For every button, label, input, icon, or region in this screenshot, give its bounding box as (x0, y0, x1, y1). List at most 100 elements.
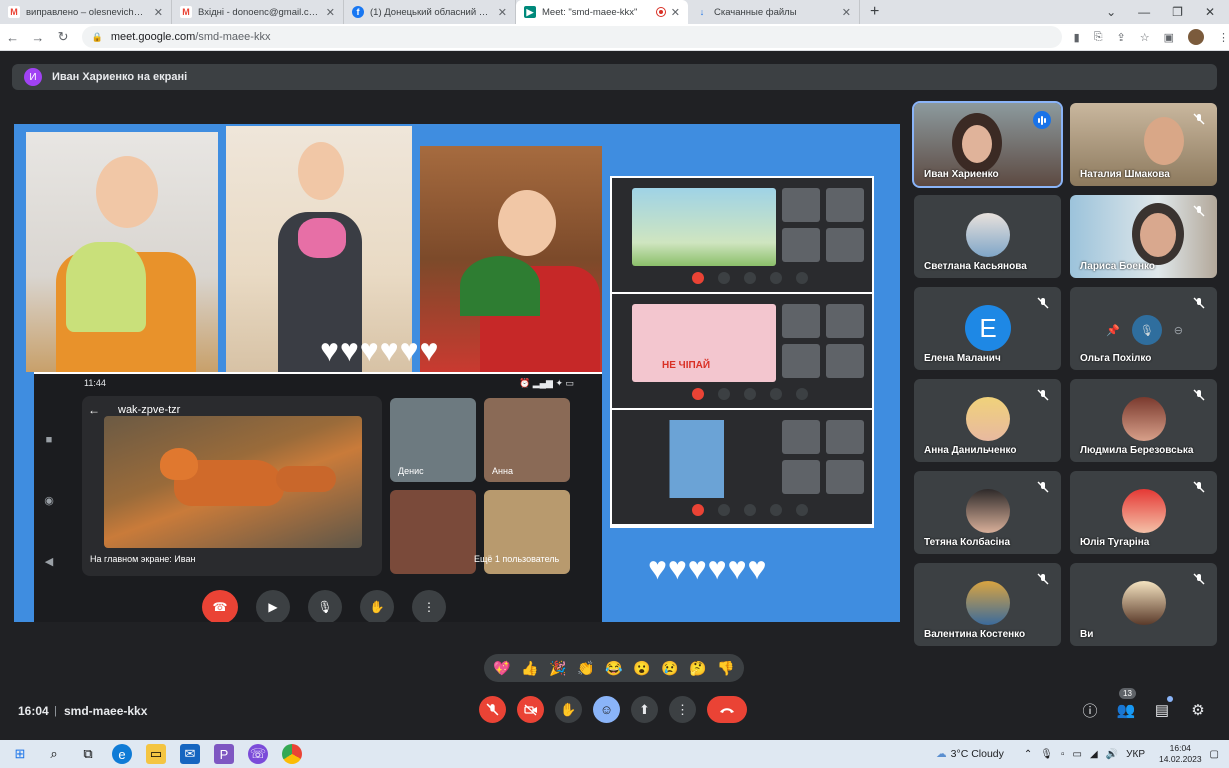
participant-tile[interactable]: Иван Хариенко (912, 101, 1063, 188)
meeting-details-button[interactable]: ⓘ (1081, 698, 1099, 722)
new-tab-button[interactable]: + (860, 0, 889, 24)
participant-tile[interactable]: Е Елена Маланич (914, 287, 1061, 370)
language-indicator[interactable]: УКР (1126, 749, 1145, 760)
notifications-icon[interactable]: ▢ (1210, 749, 1219, 760)
more-options-button[interactable]: ⋮ (669, 696, 696, 723)
profile-avatar[interactable] (1188, 29, 1204, 45)
edge-icon[interactable]: e (112, 744, 132, 764)
mic-tray-icon[interactable]: 🎙 (1040, 749, 1053, 760)
close-icon[interactable]: ✕ (154, 6, 163, 19)
reaction-surprised-button[interactable]: 😮 (633, 660, 650, 677)
participant-tile[interactable]: Ви (1070, 563, 1217, 646)
taskbar-clock[interactable]: 16:04 14.02.2023 (1159, 743, 1202, 765)
activities-button[interactable]: ⚙ (1189, 698, 1207, 722)
participant-tile[interactable]: Светлана Касьянова (914, 195, 1061, 278)
share-icon[interactable]: ⇪ (1117, 31, 1126, 44)
menu-kebab-icon[interactable]: ⋮ (1218, 31, 1229, 44)
remove-icon[interactable]: ⊖ (1174, 324, 1183, 337)
window-controls: ⌄ — ❐ ✕ (1106, 0, 1229, 24)
reaction-thumbs-down-button[interactable]: 👎 (717, 660, 734, 677)
webcam-tray-icon[interactable]: ▫ (1061, 749, 1065, 760)
chrome-icon[interactable] (282, 744, 302, 764)
mini-tile (826, 228, 864, 262)
pin-icon[interactable]: 📌 (1106, 324, 1120, 337)
browser-tab[interactable]: M виправлено – olesnevich88a@gm ✕ (0, 0, 172, 24)
leave-call-button[interactable] (707, 696, 747, 723)
participant-tile[interactable]: Лариса Боенко (1070, 195, 1217, 278)
participant-tile[interactable]: Тетяна Колбасіна (914, 471, 1061, 554)
tab-title: Скачанные файлы (714, 6, 797, 18)
kid-head (96, 156, 158, 228)
volume-icon[interactable]: 🔊 (1106, 749, 1118, 760)
browser-tab[interactable]: ↓ Скачанные файлы ✕ (688, 0, 860, 24)
tab-search-icon[interactable]: ⌄ (1106, 5, 1116, 19)
participant-tile[interactable]: Юлія Тугаріна (1070, 471, 1217, 554)
back-icon[interactable]: ← (0, 30, 25, 45)
battery-icon[interactable]: ▭ (1073, 749, 1082, 760)
address-bar-icons: ▮ ⎘ ⇪ ☆ ▣ ⋮ (1074, 29, 1229, 45)
participant-tile[interactable]: Валентина Костенко (914, 563, 1061, 646)
participant-name: Светлана Касьянова (924, 261, 1027, 272)
tray-chevron-icon[interactable]: ⌃ (1024, 749, 1032, 760)
participant-tile[interactable]: Людмила Березовська (1070, 379, 1217, 462)
fox-head (160, 448, 198, 480)
camera-toggle-button[interactable] (517, 696, 544, 723)
browser-tab-active[interactable]: ▶ Meet: "smd-maee-kkx" ✕ (516, 0, 688, 24)
mic-off-icon (1191, 295, 1207, 311)
more-vert-icon: ⋮ (676, 701, 689, 717)
chat-button[interactable]: ▤ (1153, 696, 1173, 722)
participant-tile[interactable]: 📌 🎙 ⊖ Ольга Похілко (1070, 287, 1217, 370)
publisher-icon[interactable]: P (214, 744, 234, 764)
activities-icon: ⚙ (1191, 702, 1205, 719)
mic-toggle-button[interactable] (479, 696, 506, 723)
bookmark-star-icon[interactable]: ☆ (1140, 31, 1150, 44)
gmail-icon: M (8, 6, 20, 18)
minimize-icon[interactable]: — (1138, 5, 1150, 19)
reaction-laugh-button[interactable]: 😂 (605, 660, 622, 677)
participant-tile[interactable]: Анна Данильченко (914, 379, 1061, 462)
green-fan (460, 256, 540, 316)
reaction-thinking-button[interactable]: 🤔 (689, 660, 706, 677)
network-icon[interactable]: ◢ (1090, 749, 1098, 760)
mic-off-icon (1191, 571, 1207, 587)
present-screen-button[interactable]: ⬆ (631, 696, 658, 723)
triangle-icon: ◀ (44, 556, 54, 568)
separator: | (54, 705, 57, 717)
reload-icon[interactable]: ↻ (50, 29, 75, 45)
close-icon[interactable]: ✕ (671, 6, 680, 19)
file-explorer-icon[interactable]: ▭ (146, 744, 166, 764)
mail-icon[interactable]: ✉ (180, 744, 200, 764)
reaction-sad-button[interactable]: 😢 (661, 660, 678, 677)
phone-main-label: На главном экране: Иван (90, 554, 196, 564)
reactions-button[interactable]: ☺ (593, 696, 620, 723)
close-icon[interactable]: ✕ (842, 6, 851, 19)
close-icon[interactable]: ✕ (326, 6, 335, 19)
close-window-icon[interactable]: ✕ (1205, 5, 1215, 19)
participant-tile[interactable]: Наталия Шмакова (1070, 103, 1217, 186)
raise-hand-button[interactable]: ✋ (555, 696, 582, 723)
browser-tab[interactable]: f (1) Донецький обласний еколог ✕ (344, 0, 516, 24)
side-panel-icon[interactable]: ▣ (1164, 31, 1174, 44)
translate-icon[interactable]: ⎘ (1094, 31, 1103, 44)
meeting-side-buttons: ⓘ 13 👥 ▤ ⚙ (1081, 688, 1207, 722)
reaction-clap-button[interactable]: 👏 (577, 660, 594, 677)
mute-participant-icon[interactable]: 🎙 (1131, 315, 1162, 345)
viber-icon[interactable]: ☏ (248, 744, 268, 764)
reaction-party-button[interactable]: 🎉 (549, 660, 566, 677)
url-field[interactable]: 🔒 meet.google.com/smd-maee-kkx (81, 26, 1062, 48)
camera-icon[interactable]: ▮ (1074, 31, 1080, 44)
restore-icon[interactable]: ❐ (1172, 5, 1183, 19)
weather-widget[interactable]: ☁ 3°C Cloudy (936, 748, 1004, 760)
reaction-heart-button[interactable]: 💖 (493, 660, 510, 677)
people-button[interactable]: 13 👥 (1116, 688, 1136, 722)
browser-tab[interactable]: M Вхідні - donoenc@gmail.com - G ✕ (172, 0, 344, 24)
download-icon: ↓ (699, 7, 705, 17)
close-icon[interactable]: ✕ (498, 6, 507, 19)
task-view-icon[interactable]: ⧉ (78, 744, 98, 764)
forward-icon[interactable]: → (25, 30, 50, 45)
windows-start-icon[interactable]: ⊞ (10, 744, 30, 764)
search-icon[interactable]: ⌕ (44, 744, 64, 764)
people-icon: 👥 (1116, 702, 1136, 719)
mini-tile (782, 304, 820, 338)
reaction-thumbs-up-button[interactable]: 👍 (521, 660, 538, 677)
